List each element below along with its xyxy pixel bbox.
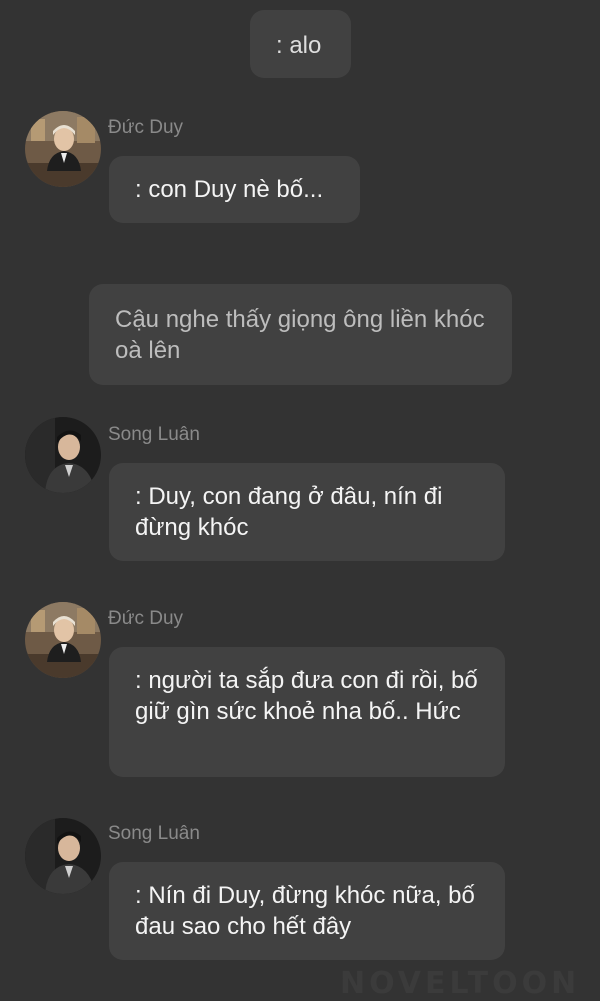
message-text: : con Duy nè bố... [135,176,324,203]
message-text: : Duy, con đang ở đâu, nín đi đừng khóc [135,483,443,541]
sender-name: Song Luân [108,424,200,445]
opening-message-bubble: : alo [250,10,351,78]
message-text: : người ta sắp đưa con đi rồi, bố giữ gì… [135,667,478,725]
opening-message-text: : alo [276,32,322,59]
avatar-duc-duy-icon[interactable] [25,111,101,187]
sender-name: Song Luân [108,823,200,844]
message-bubble: : người ta sắp đưa con đi rồi, bố giữ gì… [109,647,505,777]
sender-name: Đức Duy [108,117,184,138]
message-text: : Nín đi Duy, đừng khóc nữa, bố đau sao … [135,882,475,940]
narration-bubble: Cậu nghe thấy giọng ông liền khóc oà lên [89,284,512,385]
watermark: NOVELTOON [340,966,581,1001]
message-bubble: : con Duy nè bố... [109,156,360,223]
avatar-duc-duy-icon[interactable] [25,602,101,678]
sender-name: Đức Duy [108,608,184,629]
message-bubble: : Nín đi Duy, đừng khóc nữa, bố đau sao … [109,862,505,960]
narration-text: Cậu nghe thấy giọng ông liền khóc oà lên [115,306,485,364]
message-bubble: : Duy, con đang ở đâu, nín đi đừng khóc [109,463,505,561]
avatar-song-luan-icon[interactable] [25,417,101,493]
avatar-song-luan-icon[interactable] [25,818,101,894]
